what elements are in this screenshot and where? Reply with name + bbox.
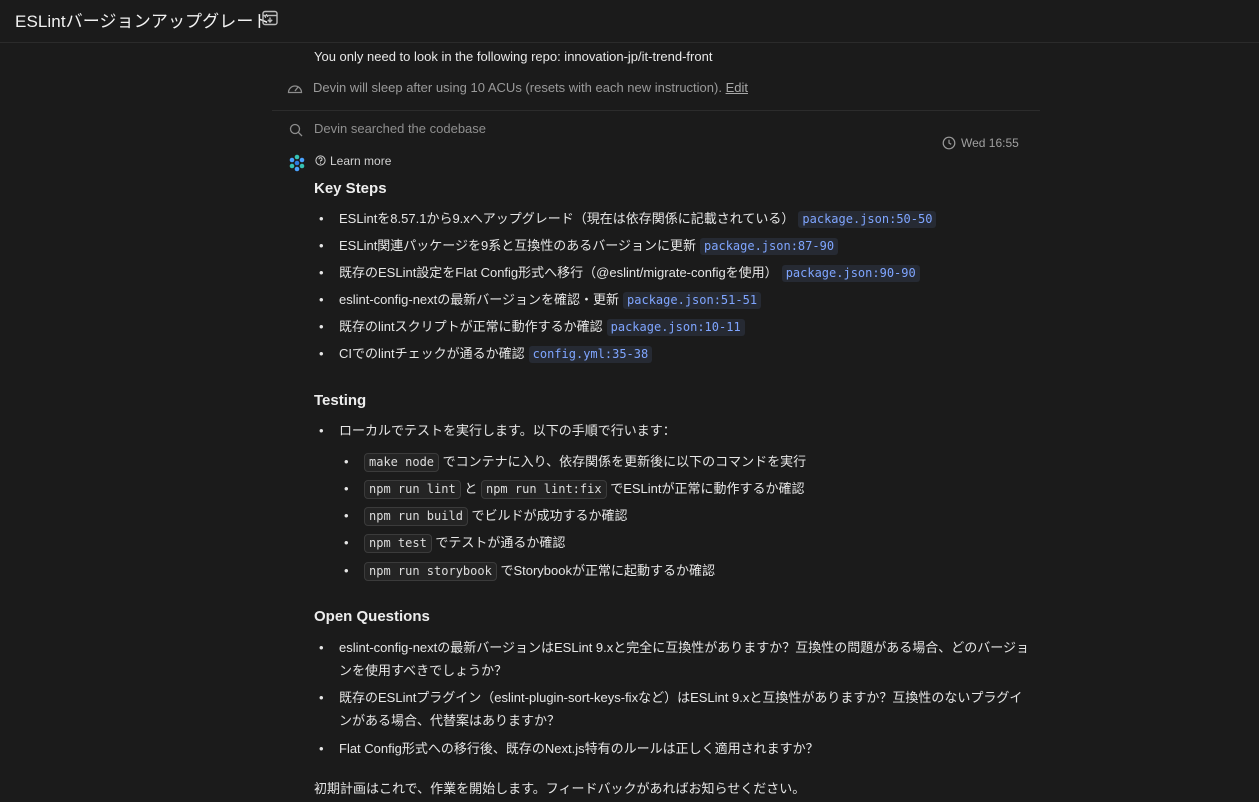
list-item: • make node でコンテナに入り、依存関係を更新後に以下のコマンドを実行 [344,453,807,472]
code-reference-link[interactable]: package.json:10-11 [606,319,745,336]
list-item: • 既存のlintスクリプトが正常に動作するか確認 package.json:10-… [319,318,745,336]
list-item: • npm run build でビルドが成功するか確認 [344,507,628,526]
user-instruction: You only need to look in the following r… [314,49,713,64]
inline-code: npm test [364,534,432,553]
search-icon [289,123,303,137]
step-text: CIでのlintチェックが通るか確認 [339,346,525,361]
top-bar: ESLintバージョンアップグレード [0,0,1259,43]
testing-intro: ローカルでテストを実行します。以下の手順で行います： [339,423,676,438]
archive-icon [262,10,278,26]
step-text: 既存のlintスクリプトが正常に動作するか確認 [339,319,603,334]
code-reference-link[interactable]: package.json:87-90 [700,238,839,255]
list-item: • CIでのlintチェックが通るか確認 config.yml:35-38 [319,345,653,363]
step-text: eslint-config-nextの最新バージョンを確認・更新 [339,292,620,307]
sleep-text: Devin will sleep after using 10 ACUs (re… [313,80,726,95]
divider [272,110,1040,111]
sub-step-text: でStorybookが正常に起動するか確認 [500,563,715,578]
list-item: • ローカルでテストを実行します。以下の手順で行います： [319,423,676,438]
code-reference-link[interactable]: config.yml:35-38 [528,346,653,363]
timestamp-text: Wed 16:55 [961,136,1019,150]
list-item: • npm run storybook でStorybookが正常に起動するか確認 [344,562,715,581]
key-steps-heading: Key Steps [314,180,387,197]
list-item: • eslint-config-nextの最新バージョンはESLint 9.xと完… [319,640,1030,678]
devin-logo-icon [289,154,305,172]
list-item: • Flat Config形式への移行後、既存のNext.js特有のルールは正しく… [319,741,819,756]
sub-step-text: でビルドが成功するか確認 [471,508,628,523]
learn-more-text: Learn more [330,154,392,168]
list-item: • ESLintを8.57.1から9.xへアップグレード（現在は依存関係に記載され… [319,210,937,228]
devin-avatar [288,154,306,177]
list-item: • eslint-config-nextの最新バージョンを確認・更新 package… [319,291,762,309]
question-text: 既存のESLintプラグイン（eslint-plugin-sort-keys-f… [339,690,1023,728]
session-title: ESLintバージョンアップグレード [15,12,271,31]
code-reference-link[interactable]: package.json:51-51 [623,292,762,309]
step-text: 既存のESLint設定をFlat Config形式へ移行（@eslint/mig… [339,265,778,280]
list-item: • ESLint関連パッケージを9系と互換性のあるバージョンに更新 package.… [319,237,839,255]
code-reference-link[interactable]: package.json:90-90 [781,265,920,282]
edit-link[interactable]: Edit [726,80,748,95]
inline-code: npm run build [364,507,468,526]
closing-message: 初期計画はこれで、作業を開始します。フィードバックがあればお知らせください。 [314,781,806,796]
list-item: • 既存のESLint設定をFlat Config形式へ移行（@eslint/mi… [319,264,920,282]
list-item: • npm test でテストが通るか確認 [344,534,566,553]
list-item: • npm run lint と npm run lint:fix でESLint… [344,480,805,499]
question-text: eslint-config-nextの最新バージョンはESLint 9.xと完全… [339,640,1030,678]
archive-button[interactable] [261,9,279,27]
testing-heading: Testing [314,392,367,409]
code-reference-link[interactable]: package.json:50-50 [798,211,937,228]
inline-code: npm run lint:fix [480,480,607,499]
sub-step-text: でコンテナに入り、依存関係を更新後に以下のコマンドを実行 [442,454,807,469]
list-item: • 既存のESLintプラグイン（eslint-plugin-sort-keys-… [319,690,1023,728]
step-text: ESLint関連パッケージを9系と互換性のあるバージョンに更新 [339,238,697,253]
inline-code: npm run storybook [364,562,497,581]
sub-step-text: でテストが通るか確認 [435,535,566,550]
question-text: Flat Config形式への移行後、既存のNext.js特有のルールは正しく適… [339,741,819,756]
help-circle-icon [315,155,326,166]
search-text: Devin searched the codebase [314,121,487,136]
inline-code: npm run lint [364,480,461,499]
connector-text: と [464,481,478,496]
open-questions-heading: Open Questions [314,608,430,625]
sub-step-text: でESLintが正常に動作するか確認 [610,481,805,496]
clock-icon [942,136,956,150]
step-text: ESLintを8.57.1から9.xへアップグレード（現在は依存関係に記載されて… [339,211,795,226]
inline-code: make node [364,453,440,472]
gauge-icon [287,85,303,94]
